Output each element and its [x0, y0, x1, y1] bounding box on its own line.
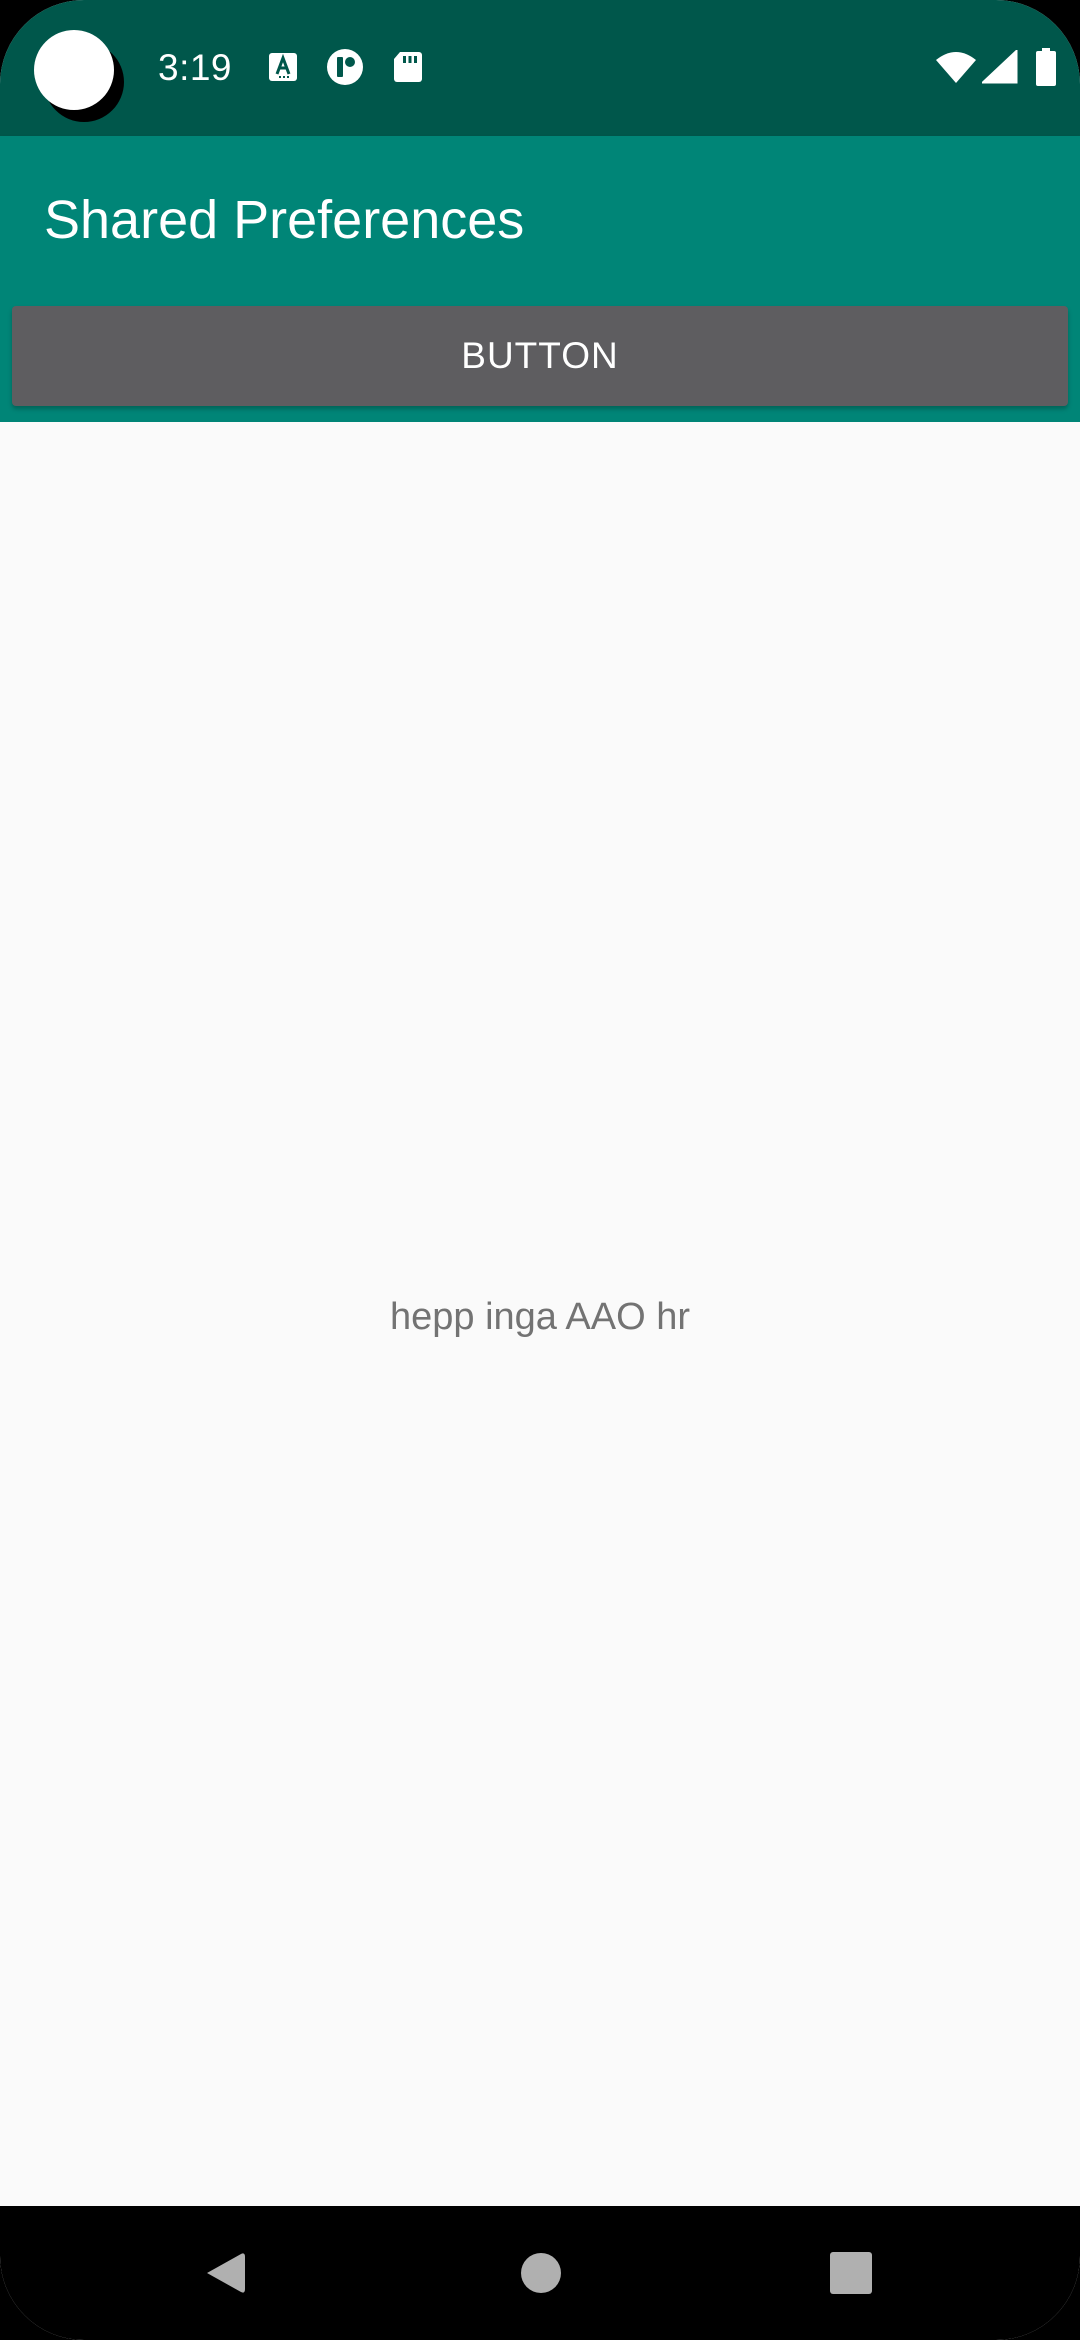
- status-time: 3:19: [158, 47, 233, 88]
- app-bar: Shared Preferences BUTTON: [0, 136, 1080, 422]
- recents-button[interactable]: [806, 2228, 896, 2318]
- signal-icon: [982, 50, 1018, 84]
- sd-card-icon: [390, 50, 424, 84]
- camera-cutout: [34, 30, 114, 110]
- home-button[interactable]: [496, 2228, 586, 2318]
- preference-text: hepp inga AAO hr: [390, 1296, 690, 1338]
- main-content: hepp inga AAO hr: [0, 422, 1080, 2206]
- back-icon: [207, 2253, 245, 2293]
- wifi-icon: [934, 50, 978, 84]
- button[interactable]: BUTTON: [12, 306, 1068, 406]
- status-bar: 3:19: [0, 0, 1080, 136]
- phone-screen: 3:19 Shared Preferences BUTTON hepp inga…: [0, 0, 1080, 2340]
- t-app-icon: [326, 48, 364, 86]
- navigation-bar: [0, 2206, 1080, 2340]
- app-title: Shared Preferences: [44, 190, 525, 250]
- text-a-icon: [266, 50, 300, 84]
- recents-icon: [830, 2252, 872, 2294]
- back-button[interactable]: [180, 2228, 270, 2318]
- battery-icon: [1035, 48, 1057, 86]
- home-icon: [521, 2253, 561, 2293]
